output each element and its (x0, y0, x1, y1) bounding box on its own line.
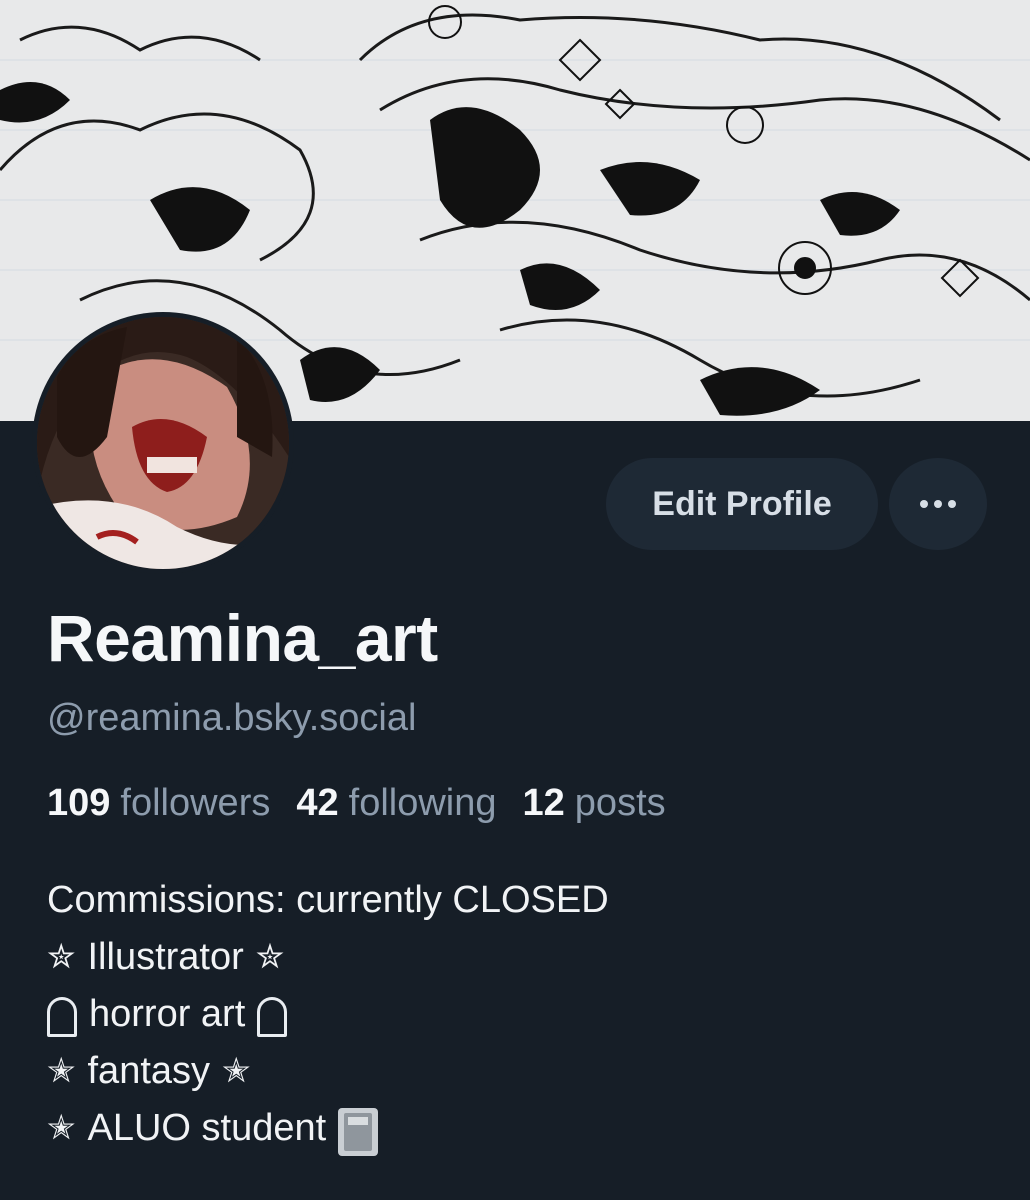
following-label: following (348, 782, 497, 824)
followers-count: 109 (47, 782, 111, 824)
bio-line-fantasy: ✭ fantasy ✭ (47, 1043, 609, 1100)
posts-label: posts (574, 782, 666, 824)
posts-count: 12 (522, 782, 565, 824)
bio-fantasy-text: fantasy (87, 1050, 211, 1092)
star-outline-icon: ✮ (47, 937, 76, 977)
posts-stat: 12 posts (523, 782, 666, 825)
followers-stat[interactable]: 109 followers (47, 782, 270, 825)
more-options-button[interactable] (889, 458, 987, 550)
bio-line-illustrator: ✮ Illustrator ✮ (47, 929, 609, 986)
star-filled-icon: ✭ (47, 1108, 76, 1148)
headstone-icon (47, 996, 77, 1037)
star-filled-icon: ✭ (47, 1051, 76, 1091)
bio-horror-text: horror art (89, 993, 246, 1035)
following-count: 42 (296, 782, 339, 824)
bio-student-text: ALUO student (87, 1107, 327, 1149)
profile-bio: Commissions: currently CLOSED ✮ Illustra… (47, 872, 609, 1157)
following-stat[interactable]: 42 following (296, 782, 496, 825)
bio-illustrator-text: Illustrator (87, 936, 244, 978)
ellipsis-icon (920, 500, 956, 508)
bio-line-commissions: Commissions: currently CLOSED (47, 872, 609, 929)
avatar[interactable] (32, 312, 294, 574)
followers-label: followers (120, 782, 271, 824)
avatar-image (37, 317, 289, 569)
profile-stats: 109 followers 42 following 12 posts (47, 782, 666, 825)
notebook-icon (338, 1107, 379, 1156)
headstone-icon (257, 996, 288, 1037)
profile-handle: @reamina.bsky.social (47, 697, 417, 739)
display-name: Reamina_art (47, 601, 438, 675)
bio-line-horror: horror art (47, 986, 609, 1043)
bio-commissions-text: Commissions: currently CLOSED (47, 879, 609, 921)
star-filled-icon: ✭ (222, 1051, 251, 1091)
bio-line-student: ✭ ALUO student (47, 1100, 609, 1157)
edit-profile-button[interactable]: Edit Profile (606, 458, 878, 550)
star-outline-icon: ✮ (255, 937, 285, 977)
